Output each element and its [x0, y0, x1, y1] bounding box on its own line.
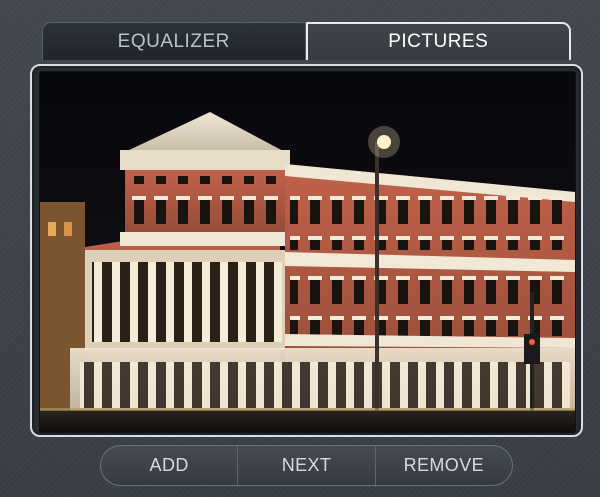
- building-photo: [39, 71, 576, 433]
- picture-button-bar: ADD NEXT REMOVE: [100, 445, 513, 486]
- add-button[interactable]: ADD: [101, 446, 237, 485]
- tab-pictures-label: PICTURES: [388, 31, 489, 52]
- picture-frame: [30, 64, 583, 437]
- remove-button[interactable]: REMOVE: [374, 446, 512, 485]
- tab-pictures[interactable]: PICTURES: [305, 22, 571, 60]
- tab-equalizer[interactable]: EQUALIZER: [42, 22, 306, 60]
- building-photo-image: [40, 72, 575, 432]
- tab-equalizer-label: EQUALIZER: [117, 30, 230, 52]
- tab-bar: EQUALIZER PICTURES: [42, 22, 571, 60]
- picture-panel: EQUALIZER PICTURES ADD NEXT REMOVE: [0, 0, 600, 497]
- next-button[interactable]: NEXT: [237, 446, 374, 485]
